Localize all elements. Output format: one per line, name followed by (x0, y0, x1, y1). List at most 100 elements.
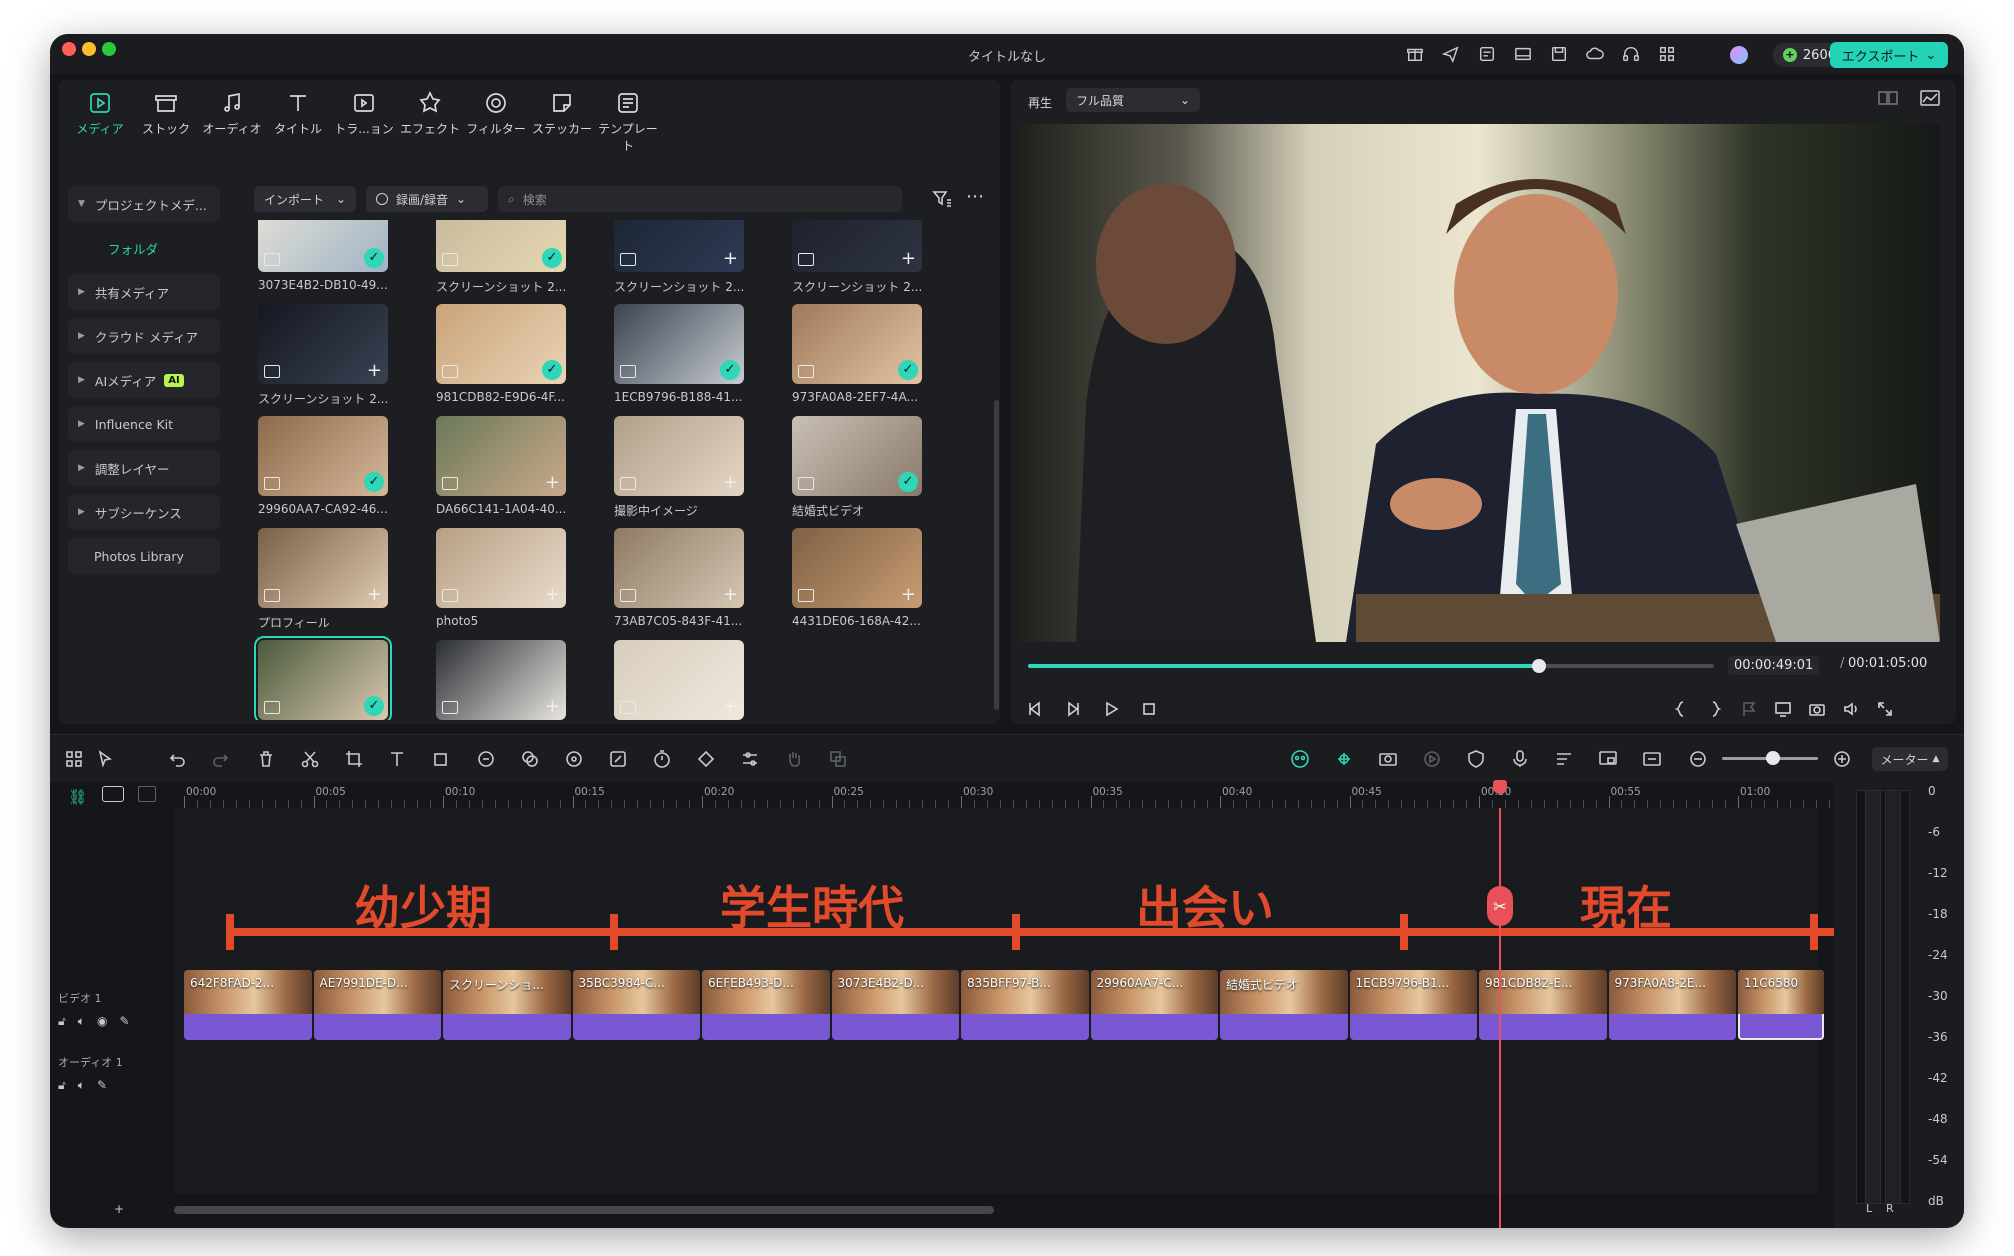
link-icon[interactable]: ⛓ (68, 788, 87, 806)
mute-icon[interactable]: 🔈︎ (78, 1078, 85, 1093)
media-thumbnail[interactable]: + (614, 528, 744, 608)
text-tool-icon[interactable] (386, 747, 410, 771)
media-item[interactable]: + 撮影中イメージ (614, 416, 754, 519)
sidebar-item-cloud-media[interactable]: ▶ クラウド メディア (68, 318, 220, 354)
hand-icon[interactable] (782, 747, 806, 771)
playback-progress[interactable] (1028, 659, 1714, 673)
media-item[interactable]: +スーツでマイク (436, 640, 576, 720)
media-thumbnail[interactable]: + (436, 640, 566, 720)
timeline-clip[interactable]: 835BFF97-B... (961, 970, 1089, 1040)
playhead-handle[interactable] (1493, 780, 1507, 794)
media-item[interactable]: +手紙 (614, 640, 754, 720)
media-scrollbar[interactable] (994, 400, 999, 710)
auto-sync-icon[interactable]: ✎ (97, 1078, 107, 1093)
color-match-icon[interactable] (518, 747, 542, 771)
speed-timer-icon[interactable] (650, 747, 674, 771)
stop-icon[interactable] (1140, 700, 1158, 718)
timeline-clip[interactable]: 1ECB9796-B1... (1349, 970, 1477, 1040)
tab-title-t[interactable]: タイトル (266, 90, 330, 154)
media-thumbnail[interactable]: + (258, 304, 388, 384)
media-item[interactable]: ✓11C65804-019C-40... (254, 636, 398, 720)
zoom-out-icon[interactable] (1686, 747, 1710, 771)
grid-view-icon[interactable] (1878, 90, 1898, 106)
timeline-clip[interactable]: 3073E4B2-D... (831, 970, 959, 1040)
media-thumbnail[interactable]: + (792, 528, 922, 608)
meter-dropdown[interactable]: メーター ▲ (1872, 747, 1948, 771)
auto-reframe-icon[interactable] (1376, 747, 1400, 771)
fullscreen-icon[interactable] (1876, 700, 1894, 718)
add-plus-icon[interactable]: + (367, 360, 382, 381)
media-thumbnail[interactable]: ✓ (258, 220, 388, 272)
tab-template[interactable]: テンプレート (596, 90, 660, 154)
playhead-scissors-icon[interactable]: ✂ (1487, 886, 1513, 926)
snapshot-camera-icon[interactable] (1808, 700, 1826, 718)
ai-assist-icon[interactable] (1288, 747, 1312, 771)
media-item[interactable]: +4431DE06-168A-42... (792, 528, 932, 628)
add-plus-icon[interactable]: + (545, 472, 560, 493)
media-thumbnail[interactable]: + (614, 640, 744, 720)
sidebar-item-influence-kit[interactable]: ▶ Influence Kit (68, 406, 220, 442)
undo-icon[interactable] (166, 747, 190, 771)
visibility-eye-icon[interactable]: ◉ (97, 1014, 107, 1029)
media-thumbnail[interactable]: + (792, 220, 922, 272)
sort-filter-icon[interactable] (932, 190, 952, 212)
ai-tool-icon[interactable] (474, 747, 498, 771)
zoom-in-icon[interactable] (1830, 747, 1854, 771)
media-item[interactable]: ✓ 1ECB9796-B188-41... (614, 304, 754, 404)
media-thumbnail[interactable]: + (614, 416, 744, 496)
redo-icon[interactable] (208, 747, 232, 771)
tab-effects[interactable]: エフェクト (398, 90, 462, 154)
add-plus-icon[interactable]: + (545, 696, 560, 717)
export-button[interactable]: エクスポート ⌄ (1830, 42, 1948, 68)
shield-icon[interactable] (1464, 747, 1488, 771)
user-avatar[interactable] (1730, 46, 1748, 64)
add-plus-icon[interactable]: + (901, 584, 916, 605)
media-item[interactable]: + スクリーンショット 2... (614, 220, 754, 295)
add-track-icon[interactable] (102, 786, 124, 802)
progress-knob[interactable] (1532, 659, 1547, 673)
timeline-clip[interactable]: 35BC3984-C... (572, 970, 700, 1040)
record-dropdown[interactable]: 録画/録音 ⌄ (366, 186, 488, 212)
add-plus-icon[interactable]: + (723, 248, 738, 269)
marker-flag-icon[interactable] (1740, 700, 1758, 718)
quality-dropdown[interactable]: フル品質 ⌄ (1066, 88, 1200, 112)
timeline-clip[interactable]: 973FA0A8-2E... (1608, 970, 1736, 1040)
gift-icon[interactable] (1404, 44, 1426, 64)
send-icon[interactable] (1440, 44, 1462, 64)
mark-out-icon[interactable] (1706, 700, 1724, 718)
media-thumbnail[interactable]: ✓ (792, 416, 922, 496)
split-scissors-icon[interactable] (298, 747, 322, 771)
sidebar-item-project-media[interactable]: ▼ プロジェクトメデ... (68, 186, 220, 222)
media-item[interactable]: ✓ スクリーンショット 2... (436, 220, 576, 295)
volume-icon[interactable] (1842, 700, 1860, 718)
audio-mixer-icon[interactable] (1552, 747, 1576, 771)
tab-music-note[interactable]: オーディオ (200, 90, 264, 154)
edit-image-icon[interactable] (606, 747, 630, 771)
media-thumbnail[interactable]: + (258, 528, 388, 608)
timeline-clip[interactable]: 642F8FAD-2... (184, 970, 312, 1040)
timeline-hscrollbar[interactable] (174, 1206, 994, 1214)
media-thumbnail[interactable]: ✓ (254, 636, 392, 720)
sidebar-item-shared-media[interactable]: ▶ 共有メディア (68, 274, 220, 310)
delete-icon[interactable] (254, 747, 278, 771)
shape-icon[interactable] (430, 747, 454, 771)
apps-grid-icon[interactable] (1656, 44, 1678, 64)
tab-stock[interactable]: ストック (134, 90, 198, 154)
more-options-icon[interactable]: ⋯ (966, 186, 984, 207)
library-icon[interactable] (1476, 44, 1498, 64)
sidebar-item-photos-library[interactable]: Photos Library (68, 538, 220, 574)
picture-in-picture-icon[interactable] (1596, 747, 1620, 771)
media-thumbnail[interactable]: ✓ (614, 304, 744, 384)
tab-transition[interactable]: トラ...ョン (332, 90, 396, 154)
media-item[interactable]: + スクリーンショット 2... (792, 220, 932, 295)
lock-icon[interactable]: 🔓︎ (58, 1078, 66, 1093)
media-item[interactable]: + スクリーンショット 2... (258, 304, 398, 407)
add-plus-icon[interactable]: + (723, 696, 738, 717)
add-plus-icon[interactable]: + (545, 584, 560, 605)
sidebar-item-ai-media[interactable]: ▶ AIメディア AI (68, 362, 220, 398)
auto-sync-icon[interactable]: ✎ (119, 1014, 129, 1029)
cloud-icon[interactable] (1584, 44, 1606, 64)
media-item[interactable]: ✓ 981CDB82-E9D6-4F... (436, 304, 576, 404)
media-item[interactable]: + photo5 (436, 528, 576, 628)
step-back-icon[interactable] (1026, 700, 1044, 718)
